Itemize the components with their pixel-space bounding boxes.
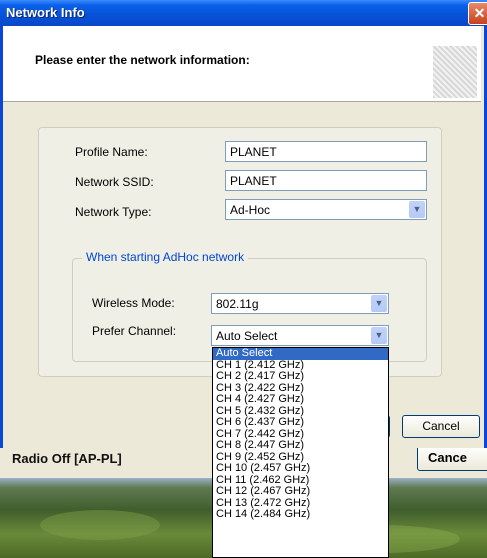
wireless-mode-value: 802.11g — [216, 297, 259, 311]
prefer-channel-label: Prefer Channel: — [92, 324, 177, 338]
channel-dropdown-list[interactable]: Auto Select CH 1 (2.412 GHz) CH 2 (2.417 G… — [212, 347, 389, 558]
chevron-down-icon[interactable]: ▼ — [371, 295, 387, 312]
cancel-button[interactable]: Cancel — [402, 415, 480, 438]
channel-option[interactable]: CH 12 (2.467 GHz) — [213, 485, 388, 498]
channel-option[interactable]: CH 10 (2.457 GHz) — [213, 462, 388, 475]
chevron-down-icon[interactable]: ▼ — [371, 327, 387, 344]
network-type-label: Network Type: — [75, 205, 152, 219]
network-ssid-label: Network SSID: — [75, 175, 154, 189]
channel-option[interactable]: CH 8 (2.447 GHz) — [213, 439, 388, 452]
header-logo-graphic — [433, 46, 477, 98]
prefer-channel-value: Auto Select — [216, 329, 278, 343]
network-type-value: Ad-Hoc — [230, 203, 271, 217]
channel-option[interactable]: CH 14 (2.484 GHz) — [213, 508, 388, 521]
background-cancel-button[interactable]: Cance — [417, 445, 487, 471]
header-instruction: Please enter the network information: — [35, 53, 250, 67]
profile-name-field[interactable]: PLANET — [225, 141, 427, 162]
network-ssid-field[interactable]: PLANET — [225, 170, 427, 191]
title-bar[interactable]: Network Info ✕ — [0, 0, 487, 26]
channel-option[interactable]: CH 6 (2.437 GHz) — [213, 416, 388, 429]
close-button[interactable]: ✕ — [468, 2, 487, 25]
chevron-down-icon[interactable]: ▼ — [409, 201, 425, 218]
channel-option[interactable]: Auto Select — [213, 348, 388, 360]
network-type-select[interactable]: Ad-Hoc ▼ — [225, 199, 427, 220]
wallpaper-grass-patch — [40, 510, 160, 540]
prefer-channel-select[interactable]: Auto Select ▼ — [211, 325, 389, 346]
channel-option[interactable]: CH 2 (2.417 GHz) — [213, 370, 388, 383]
adhoc-group-title: When starting AdHoc network — [82, 250, 249, 264]
close-icon: ✕ — [473, 5, 486, 21]
channel-option[interactable]: CH 4 (2.427 GHz) — [213, 393, 388, 406]
dialog-title: Network Info — [6, 5, 85, 20]
profile-name-label: Profile Name: — [75, 145, 148, 159]
wireless-mode-select[interactable]: 802.11g ▼ — [211, 293, 389, 314]
dialog-header: Please enter the network information: — [3, 26, 481, 102]
wireless-mode-label: Wireless Mode: — [92, 296, 175, 310]
background-window-text: Radio Off [AP-PL] — [12, 451, 122, 466]
